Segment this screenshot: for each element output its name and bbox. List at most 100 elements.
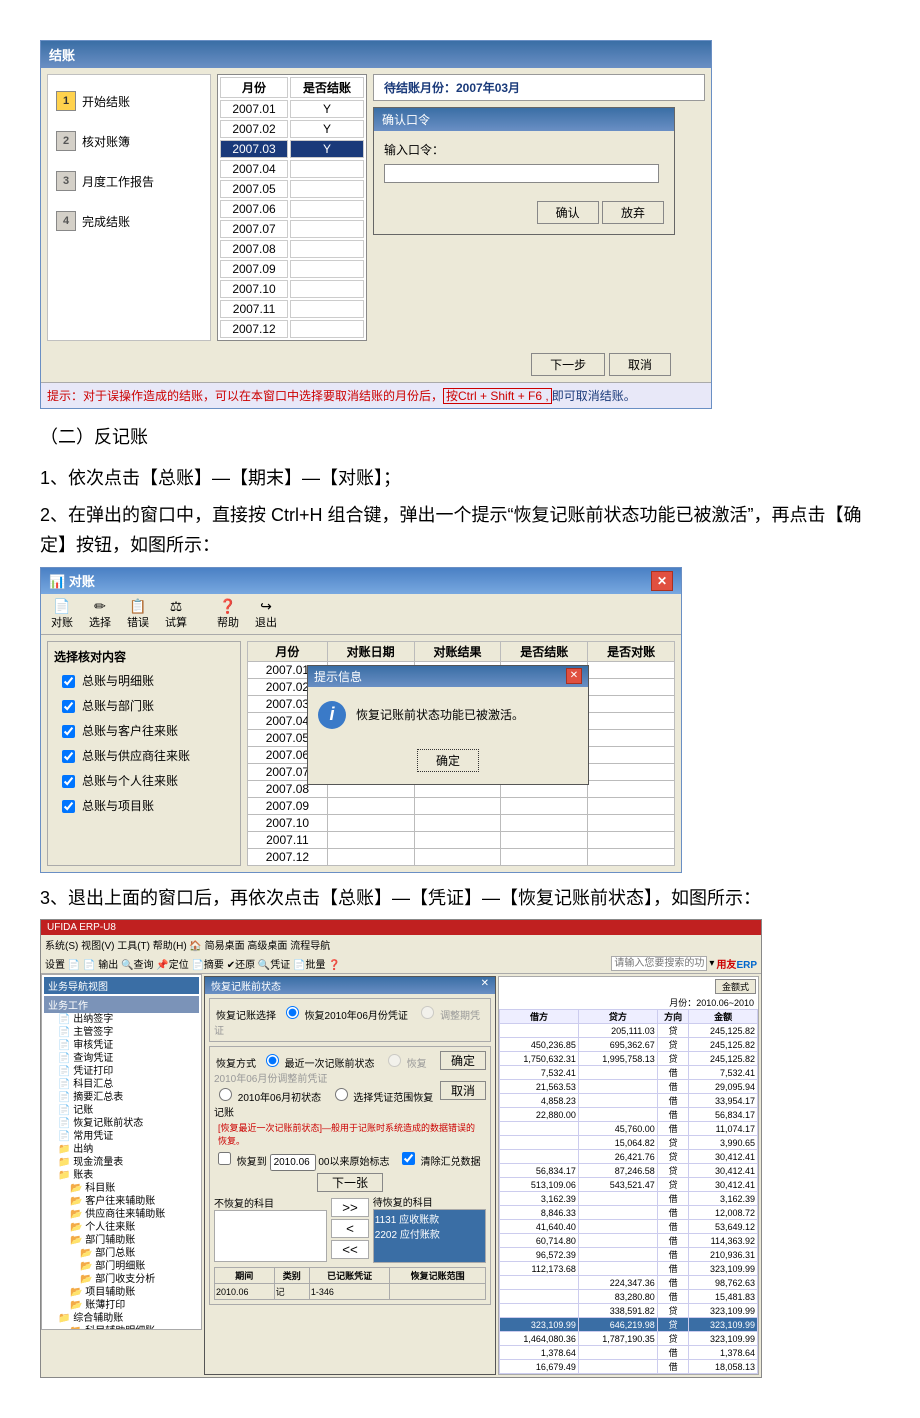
tree-node[interactable]: 📁 出纳: [44, 1143, 199, 1156]
amount-row[interactable]: 1,464,080.361,787,190.35贷323,109.99: [500, 1332, 758, 1346]
check-item[interactable]: 总账与项目账: [54, 794, 234, 819]
step-4[interactable]: 4完成结账: [54, 201, 204, 241]
tree-node[interactable]: 📂 账薄打印: [44, 1299, 199, 1312]
password-input[interactable]: [384, 164, 659, 183]
amount-row[interactable]: 16,679.49借18,058.13: [500, 1360, 758, 1374]
tree-node[interactable]: 📂 科目辅助明细账: [44, 1325, 199, 1330]
grid-row[interactable]: 2007.10: [248, 814, 675, 831]
amount-row[interactable]: 205,111.03贷245,125.82: [500, 1024, 758, 1038]
month-row[interactable]: 2007.09: [220, 260, 364, 278]
tree-node[interactable]: 📁 现金流量表: [44, 1156, 199, 1169]
amount-row[interactable]: 45,760.00借11,074.17: [500, 1122, 758, 1136]
amount-row[interactable]: 450,236.85695,362.67贷245,125.82: [500, 1038, 758, 1052]
popup-close-icon[interactable]: ✕: [566, 668, 582, 684]
step-3[interactable]: 3月度工作报告: [54, 161, 204, 201]
amount-row[interactable]: 96,572.39借210,936.31: [500, 1248, 758, 1262]
tree-node[interactable]: 📄 凭证打印: [44, 1065, 199, 1078]
check-item[interactable]: 总账与部门账: [54, 694, 234, 719]
dlg-cancel-button[interactable]: 取消: [440, 1081, 486, 1100]
amount-row[interactable]: 3,162.39借3,162.39: [500, 1192, 758, 1206]
move-right-all[interactable]: >>: [331, 1198, 369, 1217]
next-page-button[interactable]: 下一张: [317, 1173, 383, 1192]
tb-trial[interactable]: ⚖试算: [159, 598, 193, 630]
month-row[interactable]: 2007.10: [220, 280, 364, 298]
amount-row[interactable]: 26,421.76贷30,412.41: [500, 1150, 758, 1164]
tree-node[interactable]: 📂 项目辅助账: [44, 1286, 199, 1299]
radio-mode-a[interactable]: 最近一次记账前状态: [261, 1059, 375, 1070]
tree-node[interactable]: 📂 科目账: [44, 1182, 199, 1195]
tree-node[interactable]: 📄 恢复记账前状态: [44, 1117, 199, 1130]
month-row[interactable]: 2007.12: [220, 320, 364, 338]
month-row[interactable]: 2007.07: [220, 220, 364, 238]
tree-node[interactable]: 📂 部门明细账: [44, 1260, 199, 1273]
amount-row[interactable]: 8,846.33借12,008.72: [500, 1206, 758, 1220]
tree-node[interactable]: 📄 审核凭证: [44, 1039, 199, 1052]
tree-node[interactable]: 📂 个人往来账: [44, 1221, 199, 1234]
tree-node[interactable]: 📂 供应商往来辅助账: [44, 1208, 199, 1221]
amount-mode-button[interactable]: 金额式: [715, 979, 756, 994]
amount-row[interactable]: 7,532.41借7,532.41: [500, 1066, 758, 1080]
amount-row[interactable]: 41,640.40借53,649.12: [500, 1220, 758, 1234]
amount-row[interactable]: 323,109.99646,219.98贷323,109.99: [500, 1318, 758, 1332]
check-item[interactable]: 总账与明细账: [54, 669, 234, 694]
amount-row[interactable]: 22,880.00借56,834.17: [500, 1108, 758, 1122]
grid-row[interactable]: 2007.11: [248, 831, 675, 848]
month-row[interactable]: 2007.08: [220, 240, 364, 258]
month-row[interactable]: 2007.06: [220, 200, 364, 218]
dlg-ok-button[interactable]: 确定: [440, 1051, 486, 1070]
tb-reconcile[interactable]: 📄对账: [45, 598, 79, 630]
step-1[interactable]: 1开始结账: [54, 81, 204, 121]
amount-row[interactable]: 21,563.53借29,095.94: [500, 1080, 758, 1094]
confirm-button[interactable]: 确认: [537, 201, 599, 224]
move-left-all[interactable]: <<: [331, 1240, 369, 1259]
radio-restore-month[interactable]: 恢复2010年06月份凭证: [281, 1011, 408, 1022]
tree-node[interactable]: 📄 科目汇总: [44, 1078, 199, 1091]
amount-row[interactable]: 15,064.82贷3,990.65: [500, 1136, 758, 1150]
amount-row[interactable]: 513,109.06543,521.47贷30,412.41: [500, 1178, 758, 1192]
month-row[interactable]: 2007.11: [220, 300, 364, 318]
nav-tree[interactable]: 业务导航视图 业务工作 📄 出纳签字📄 主管签字📄 审核凭证📄 查询凭证📄 凭证…: [41, 974, 202, 1330]
tree-node[interactable]: 📁 综合辅助账: [44, 1312, 199, 1325]
grid-row[interactable]: 2007.09: [248, 797, 675, 814]
check-item[interactable]: 总账与个人往来账: [54, 769, 234, 794]
month-row[interactable]: 2007.02Y: [220, 120, 364, 138]
month-row[interactable]: 2007.01Y: [220, 100, 364, 118]
search-input[interactable]: [611, 956, 707, 971]
tree-node[interactable]: 📄 主管签字: [44, 1026, 199, 1039]
tree-node[interactable]: 📄 记账: [44, 1104, 199, 1117]
month-row[interactable]: 2007.03Y: [220, 140, 364, 158]
erp-menubar[interactable]: 系统(S) 视图(V) 工具(T) 帮助(H) 🏠 简易桌面 高级桌面 流程导航: [41, 935, 761, 954]
amount-row[interactable]: 4,858.23借33,954.17: [500, 1094, 758, 1108]
tb-select[interactable]: ✏选择: [83, 598, 117, 630]
amount-row[interactable]: 112,173.68借323,109.99: [500, 1262, 758, 1276]
tree-node[interactable]: 📄 摘要汇总表: [44, 1091, 199, 1104]
tree-node[interactable]: 📂 部门收支分析: [44, 1273, 199, 1286]
tree-node[interactable]: 📂 客户往来辅助账: [44, 1195, 199, 1208]
amount-grid[interactable]: 借方贷方方向金额 205,111.03贷245,125.82450,236.85…: [499, 1009, 758, 1374]
tb-exit[interactable]: ↪退出: [249, 598, 283, 630]
tree-node[interactable]: 📁 账表: [44, 1169, 199, 1182]
tree-node[interactable]: 📂 部门总账: [44, 1247, 199, 1260]
tree-node[interactable]: 📄 出纳签字: [44, 1013, 199, 1026]
amount-row[interactable]: 338,591.82贷323,109.99: [500, 1304, 758, 1318]
restore-date-input[interactable]: [270, 1154, 316, 1171]
amount-row[interactable]: 1,378.64借1,378.64: [500, 1346, 758, 1360]
step-2[interactable]: 2核对账簿: [54, 121, 204, 161]
tree-node[interactable]: 📄 常用凭证: [44, 1130, 199, 1143]
check-item[interactable]: 总账与供应商往来账: [54, 744, 234, 769]
close-icon[interactable]: ✕: [651, 571, 673, 591]
next-button[interactable]: 下一步: [531, 353, 605, 376]
search-dropdown-icon[interactable]: ▾: [709, 958, 714, 969]
grid-row[interactable]: 2007.12: [248, 848, 675, 865]
tb-error[interactable]: 📋错误: [121, 598, 155, 630]
month-table[interactable]: 月份是否结账 2007.01Y2007.02Y2007.03Y2007.0420…: [217, 74, 367, 341]
dlg-close-icon[interactable]: ✕: [481, 978, 489, 993]
tb-help[interactable]: ❓帮助: [211, 598, 245, 630]
tree-node[interactable]: 📄 查询凭证: [44, 1052, 199, 1065]
month-row[interactable]: 2007.04: [220, 160, 364, 178]
cancel-button[interactable]: 取消: [609, 353, 671, 376]
radio-mode-c[interactable]: 2010年06月初状态: [214, 1093, 321, 1104]
month-row[interactable]: 2007.05: [220, 180, 364, 198]
check-item[interactable]: 总账与客户往来账: [54, 719, 234, 744]
amount-row[interactable]: 60,714.80借114,363.92: [500, 1234, 758, 1248]
